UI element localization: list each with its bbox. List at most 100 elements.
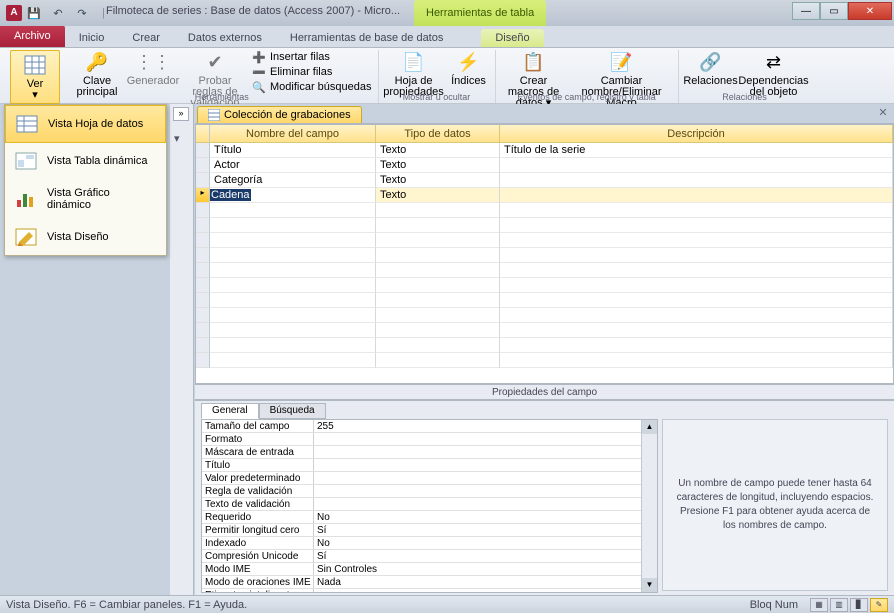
data-type-cell[interactable] <box>376 203 500 218</box>
view-pivottable-shortcut[interactable]: ▥ <box>830 598 848 612</box>
data-type-cell[interactable] <box>376 233 500 248</box>
property-row[interactable]: Título <box>202 459 657 472</box>
property-value[interactable]: No <box>314 511 657 523</box>
row-selector[interactable]: ▸ <box>196 188 210 203</box>
document-close-button[interactable]: ✕ <box>876 106 890 120</box>
row-selector[interactable] <box>196 248 210 263</box>
col-data-type[interactable]: Tipo de datos <box>376 125 500 143</box>
description-cell[interactable] <box>500 308 893 323</box>
row-selector[interactable] <box>196 293 210 308</box>
property-row[interactable]: Formato <box>202 433 657 446</box>
data-type-cell[interactable] <box>376 308 500 323</box>
description-cell[interactable] <box>500 278 893 293</box>
property-scrollbar[interactable]: ▲ ▼ <box>641 420 657 592</box>
scroll-down-icon[interactable]: ▼ <box>642 578 657 592</box>
primary-key-button[interactable]: 🔑 Clave principal <box>72 50 122 98</box>
data-type-cell[interactable]: Texto <box>376 188 500 203</box>
description-cell[interactable] <box>500 233 893 248</box>
data-type-cell[interactable] <box>376 338 500 353</box>
view-datasheet-shortcut[interactable]: ▦ <box>810 598 828 612</box>
table-row[interactable]: CategoríaTexto <box>196 173 893 188</box>
property-row[interactable]: Valor predeterminado <box>202 472 657 485</box>
field-name-cell[interactable] <box>210 233 376 248</box>
table-row[interactable] <box>196 233 893 248</box>
property-row[interactable]: Regla de validación <box>202 485 657 498</box>
property-sheet-button[interactable]: 📄 Hoja de propiedades <box>385 50 443 98</box>
property-value[interactable]: 255 <box>314 420 657 432</box>
redo-icon[interactable]: ↷ <box>74 5 90 21</box>
view-pivot-chart-item[interactable]: Vista Gráfico dinámico <box>5 179 166 219</box>
file-tab[interactable]: Archivo <box>0 25 65 47</box>
row-selector[interactable] <box>196 263 210 278</box>
description-cell[interactable] <box>500 173 893 188</box>
field-name-cell[interactable] <box>210 203 376 218</box>
description-cell[interactable] <box>500 353 893 368</box>
row-selector[interactable] <box>196 233 210 248</box>
field-name-cell[interactable] <box>210 338 376 353</box>
indexes-button[interactable]: ⚡ Índices <box>449 50 489 87</box>
data-type-cell[interactable] <box>376 263 500 278</box>
row-selector[interactable] <box>196 143 210 158</box>
table-row[interactable] <box>196 323 893 338</box>
property-value[interactable] <box>314 459 657 471</box>
property-row[interactable]: Texto de validación <box>202 498 657 511</box>
description-cell[interactable] <box>500 263 893 278</box>
view-design-item[interactable]: Vista Diseño <box>5 219 166 255</box>
maximize-button[interactable]: ▭ <box>820 2 848 20</box>
table-row[interactable] <box>196 353 893 368</box>
view-button[interactable]: Ver▾ <box>10 50 60 104</box>
tab-herramientas-bd[interactable]: Herramientas de base de datos <box>276 29 457 47</box>
field-name-cell[interactable] <box>210 263 376 278</box>
table-row[interactable] <box>196 308 893 323</box>
col-field-name[interactable]: Nombre del campo <box>210 125 376 143</box>
field-name-cell[interactable]: Actor <box>210 158 376 173</box>
row-selector[interactable] <box>196 203 210 218</box>
description-cell[interactable] <box>500 323 893 338</box>
tab-datos-externos[interactable]: Datos externos <box>174 29 276 47</box>
property-value[interactable] <box>314 589 657 593</box>
property-value[interactable]: No <box>314 537 657 549</box>
modify-lookups-button[interactable]: 🔍Modificar búsquedas <box>252 80 372 94</box>
data-type-cell[interactable] <box>376 248 500 263</box>
tab-general[interactable]: General <box>201 403 259 419</box>
scroll-up-icon[interactable]: ▲ <box>642 420 657 434</box>
property-value[interactable]: Nada <box>314 576 657 588</box>
data-type-cell[interactable] <box>376 218 500 233</box>
object-deps-button[interactable]: ⇄ Dependencias del objeto <box>743 50 805 98</box>
property-row[interactable]: IndexadoNo <box>202 537 657 550</box>
property-row[interactable]: Modo IMESin Controles <box>202 563 657 576</box>
close-button[interactable]: ✕ <box>848 2 892 20</box>
data-type-cell[interactable]: Texto <box>376 143 500 158</box>
nav-expand-button[interactable]: » <box>173 107 189 121</box>
row-selector[interactable] <box>196 338 210 353</box>
property-row[interactable]: Máscara de entrada <box>202 446 657 459</box>
undo-icon[interactable]: ↶ <box>50 5 66 21</box>
relationships-button[interactable]: 🔗 Relaciones <box>685 50 737 87</box>
property-value[interactable] <box>314 433 657 445</box>
property-row[interactable]: Modo de oraciones IMENada <box>202 576 657 589</box>
field-name-cell[interactable] <box>210 218 376 233</box>
property-row[interactable]: Compresión UnicodeSí <box>202 550 657 563</box>
property-row[interactable]: Tamaño del campo255 <box>202 420 657 433</box>
property-value[interactable]: Sí <box>314 550 657 562</box>
insert-rows-button[interactable]: ➕Insertar filas <box>252 50 372 64</box>
field-name-cell[interactable]: Categoría <box>210 173 376 188</box>
delete-rows-button[interactable]: ➖Eliminar filas <box>252 65 372 79</box>
table-row[interactable]: ActorTexto <box>196 158 893 173</box>
property-row[interactable]: RequeridoNo <box>202 511 657 524</box>
row-selector[interactable] <box>196 278 210 293</box>
table-row[interactable] <box>196 338 893 353</box>
test-rules-button[interactable]: ✔ Probar reglas de validación <box>184 50 246 109</box>
field-name-cell[interactable] <box>210 293 376 308</box>
property-value[interactable] <box>314 485 657 497</box>
field-name-cell[interactable] <box>210 278 376 293</box>
tab-diseno[interactable]: Diseño <box>481 29 543 47</box>
save-icon[interactable]: 💾 <box>26 5 42 21</box>
field-name-cell[interactable] <box>210 248 376 263</box>
view-pivot-table-item[interactable]: Vista Tabla dinámica <box>5 143 166 179</box>
field-name-cell[interactable] <box>210 323 376 338</box>
minimize-button[interactable]: — <box>792 2 820 20</box>
field-name-cell[interactable]: Cadena <box>210 188 376 203</box>
table-row[interactable] <box>196 263 893 278</box>
property-value[interactable] <box>314 446 657 458</box>
